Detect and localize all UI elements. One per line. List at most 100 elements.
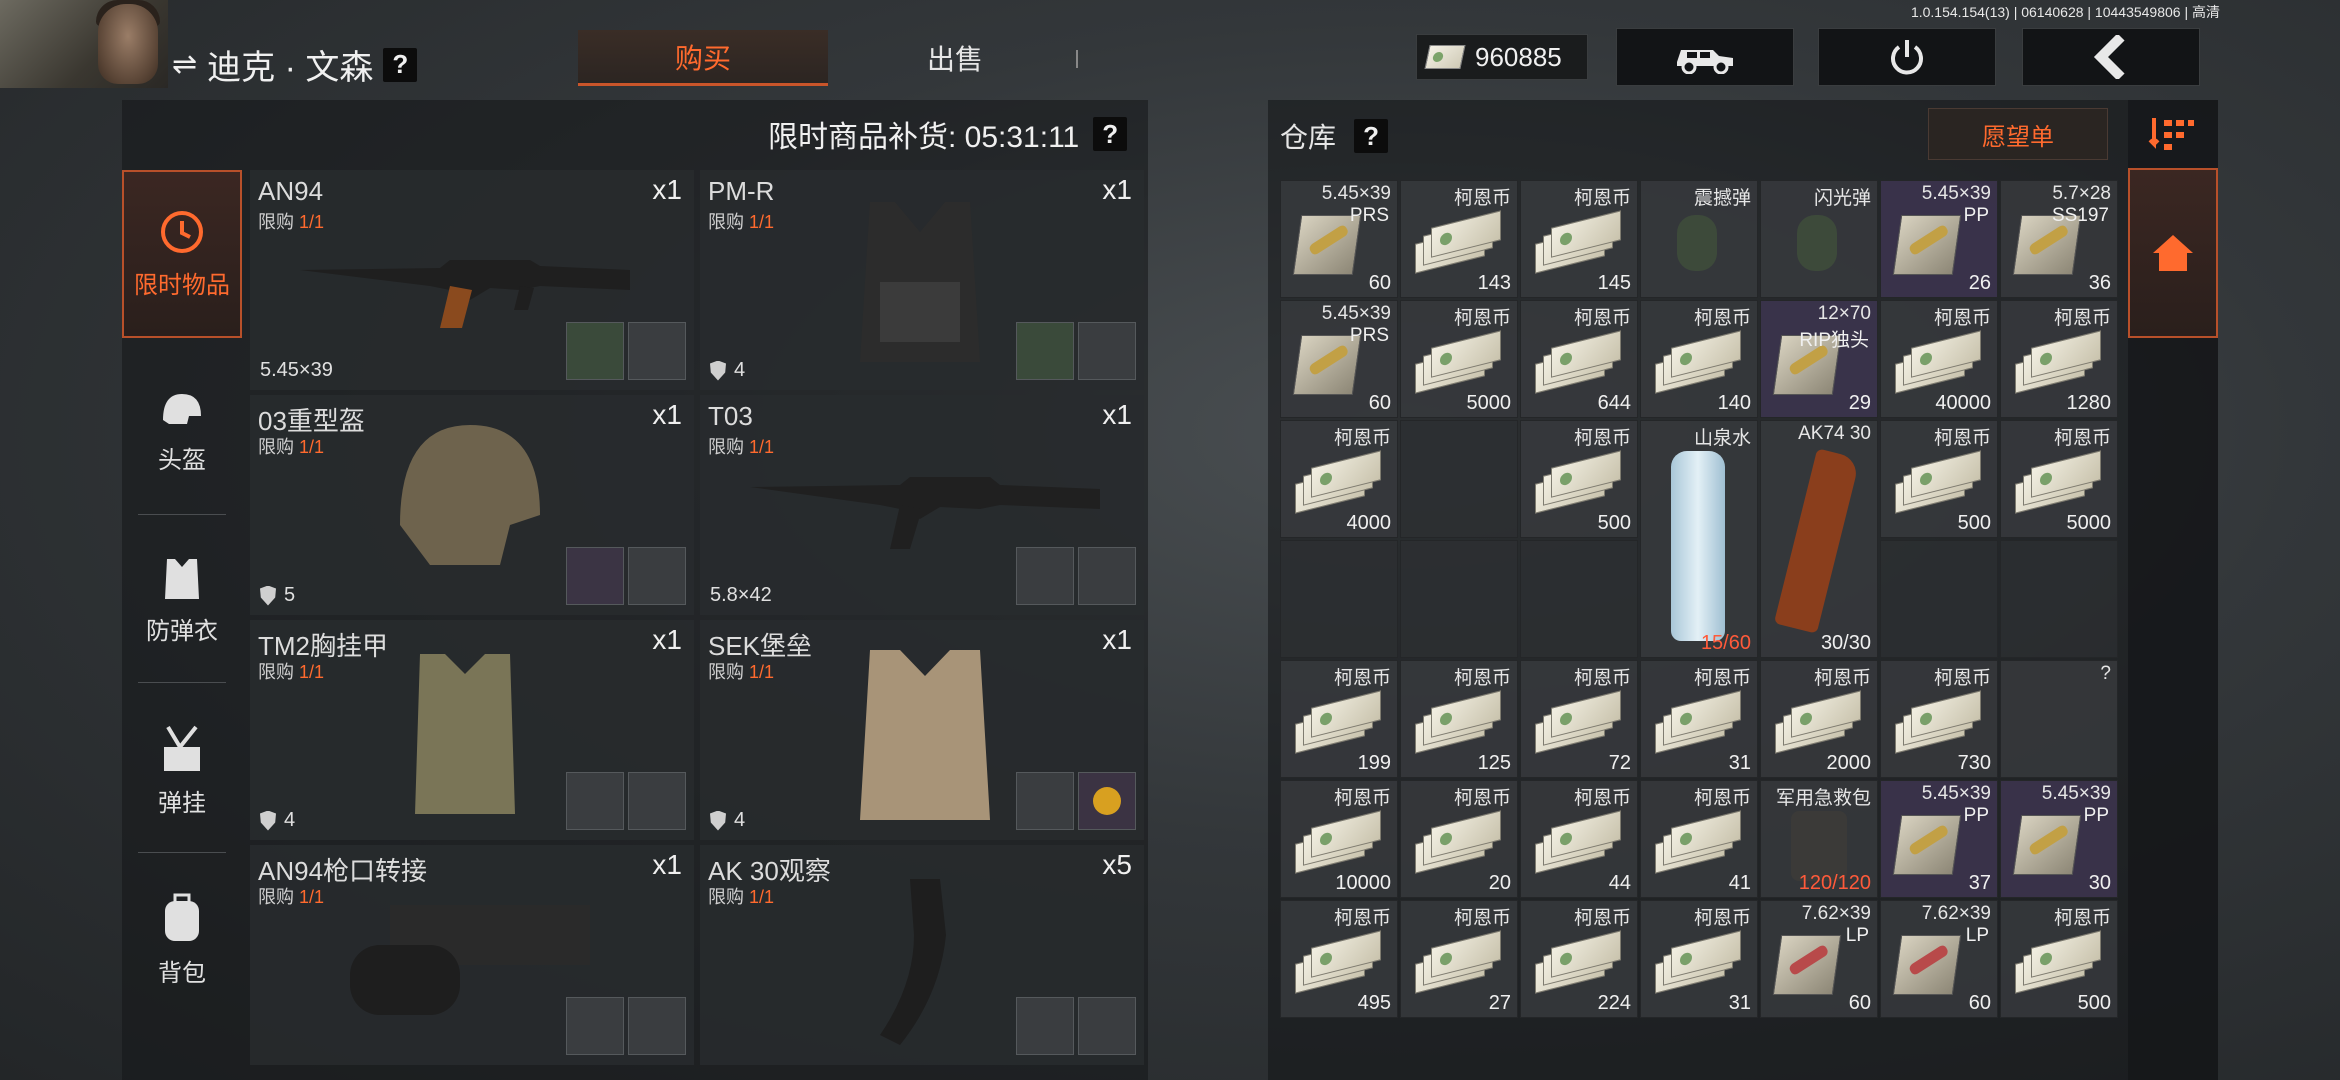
warehouse-item[interactable]: 柯恩币 1280 <box>2000 300 2118 418</box>
warehouse-item[interactable]: 5.45×39 PRS 60 <box>1280 180 1398 298</box>
wishlist-button[interactable]: 愿望单 <box>1928 108 2108 160</box>
empty-slot[interactable] <box>2000 540 2118 658</box>
warehouse-item[interactable]: 5.45×39 PP 30 <box>2000 780 2118 898</box>
restock-help-button[interactable]: ? <box>1093 117 1128 151</box>
warehouse-item[interactable]: AK74 30 30/30 <box>1760 420 1878 658</box>
attachment-slot[interactable] <box>628 772 686 830</box>
warehouse-item[interactable]: 7.62×39 LP 60 <box>1880 900 1998 1018</box>
warehouse-item[interactable]: 5.45×39 PRS 60 <box>1280 300 1398 418</box>
warehouse-item[interactable]: 柯恩币 31 <box>1640 900 1758 1018</box>
attachment-slot[interactable] <box>566 547 624 605</box>
warehouse-item[interactable]: 柯恩币 145 <box>1520 180 1638 298</box>
warehouse-item[interactable]: 7.62×39 LP 60 <box>1760 900 1878 1018</box>
warehouse-item[interactable]: 柯恩币 31 <box>1640 660 1758 778</box>
empty-slot[interactable] <box>1400 420 1518 538</box>
warehouse-item[interactable]: 柯恩币 72 <box>1520 660 1638 778</box>
category-backpack[interactable]: 背包 <box>122 870 242 1010</box>
shop-item-card[interactable]: AN94枪口转接 限购 1/1 x1 <box>250 845 694 1065</box>
swap-icon[interactable]: ⇌ <box>172 47 197 82</box>
warehouse-item[interactable]: 5.7×28 SS197 36 <box>2000 180 2118 298</box>
back-button[interactable] <box>2022 28 2200 86</box>
warehouse-item[interactable]: 柯恩币 199 <box>1280 660 1398 778</box>
attachment-slot[interactable] <box>566 772 624 830</box>
warehouse-item[interactable]: 5.45×39 PP 26 <box>1880 180 1998 298</box>
help-button[interactable]: ? <box>383 47 418 82</box>
warehouse-item[interactable]: 柯恩币 2000 <box>1760 660 1878 778</box>
attachment-slot[interactable] <box>566 997 624 1055</box>
warehouse-item[interactable]: 柯恩币 20 <box>1400 780 1518 898</box>
warehouse-item[interactable]: 柯恩币 125 <box>1400 660 1518 778</box>
tab-buy[interactable]: 购买 <box>578 30 828 86</box>
attachment-slot[interactable] <box>1078 322 1136 380</box>
category-chest-rig[interactable]: 弹挂 <box>122 700 242 840</box>
warehouse-item[interactable]: 柯恩币 140 <box>1640 300 1758 418</box>
warehouse-item[interactable]: 柯恩币 500 <box>2000 900 2118 1018</box>
vest-image <box>860 650 990 820</box>
item-label: 柯恩币 <box>1453 908 1511 929</box>
item-label: 柯恩币 <box>1813 668 1871 689</box>
warehouse-item[interactable]: 12×70 RIP独头 29 <box>1760 300 1878 418</box>
warehouse-item[interactable]: 柯恩币 5000 <box>2000 420 2118 538</box>
armor-level: 4 <box>260 809 295 832</box>
warehouse-item[interactable]: 柯恩币 500 <box>1520 420 1638 538</box>
shop-item-card[interactable]: TM2胸挂甲 限购 1/1 x1 4 <box>250 620 694 840</box>
category-helmet[interactable]: 头盔 <box>122 362 242 502</box>
item-quantity: x1 <box>652 399 682 430</box>
warehouse-item[interactable]: 柯恩币 4000 <box>1280 420 1398 538</box>
shop-item-card[interactable]: AN94 限购 1/1 x1 5.45×39 <box>250 170 694 390</box>
warehouse-item[interactable]: 闪光弹 <box>1760 180 1878 298</box>
empty-slot[interactable] <box>1520 540 1638 658</box>
attachment-slot[interactable] <box>1016 997 1074 1055</box>
player-avatar[interactable] <box>0 0 168 88</box>
warehouse-item[interactable]: ? <box>2000 660 2118 778</box>
attachment-slot[interactable] <box>566 322 624 380</box>
warehouse-item[interactable]: 柯恩币 224 <box>1520 900 1638 1018</box>
power-button[interactable] <box>1818 28 1996 86</box>
sort-button[interactable] <box>2148 114 2196 154</box>
warehouse-item[interactable]: 柯恩币 730 <box>1880 660 1998 778</box>
vehicle-button[interactable] <box>1616 28 1794 86</box>
ammo-box-icon <box>1892 215 1962 275</box>
attachment-slot[interactable] <box>1078 547 1136 605</box>
warehouse-item[interactable]: 柯恩币 27 <box>1400 900 1518 1018</box>
warehouse-item[interactable]: 柯恩币 40000 <box>1880 300 1998 418</box>
shop-item-card[interactable]: T03 限购 1/1 x1 5.8×42 <box>700 395 1144 615</box>
empty-slot[interactable] <box>1280 540 1398 658</box>
warehouse-help-button[interactable]: ? <box>1354 119 1389 153</box>
attachment-slot[interactable] <box>628 322 686 380</box>
shop-item-card[interactable]: SEK堡垒 限购 1/1 x1 4 <box>700 620 1144 840</box>
attachment-slot[interactable] <box>1016 322 1074 380</box>
item-label: 柯恩币 <box>1693 788 1751 809</box>
empty-slot[interactable] <box>1400 540 1518 658</box>
empty-slot[interactable] <box>1880 540 1998 658</box>
back-arrow-icon <box>2093 35 2125 79</box>
category-vest[interactable]: 防弹衣 <box>122 530 242 670</box>
warehouse-item[interactable]: 柯恩币 44 <box>1520 780 1638 898</box>
item-count: 5000 <box>2066 512 2112 534</box>
attachment-slot[interactable] <box>1016 772 1074 830</box>
attachment-slot[interactable] <box>628 547 686 605</box>
warehouse-item[interactable]: 柯恩币 41 <box>1640 780 1758 898</box>
category-limited[interactable]: 限时物品 <box>122 170 242 338</box>
warehouse-item[interactable]: 震撼弹 <box>1640 180 1758 298</box>
player-name-area[interactable]: ⇌ 迪克 · 文森 ? <box>172 40 418 89</box>
warehouse-item[interactable]: 柯恩币 500 <box>1880 420 1998 538</box>
tab-sell[interactable]: 出售 <box>850 30 1060 86</box>
warehouse-item[interactable]: 柯恩币 10000 <box>1280 780 1398 898</box>
warehouse-item[interactable]: 山泉水 15/60 <box>1640 420 1758 658</box>
item-label: 5.45×39 <box>2041 783 2111 804</box>
shop-item-card[interactable]: PM-R 限购 1/1 x1 4 <box>700 170 1144 390</box>
warehouse-item[interactable]: 柯恩币 143 <box>1400 180 1518 298</box>
attachment-slot[interactable] <box>1078 997 1136 1055</box>
attachment-slot[interactable] <box>1078 772 1136 830</box>
warehouse-item[interactable]: 柯恩币 644 <box>1520 300 1638 418</box>
warehouse-item[interactable]: 军用急救包 120/120 <box>1760 780 1878 898</box>
shop-item-card[interactable]: 03重型盔 限购 1/1 x1 5 <box>250 395 694 615</box>
warehouse-item[interactable]: 柯恩币 495 <box>1280 900 1398 1018</box>
shop-item-card[interactable]: AK 30观察 限购 1/1 x5 <box>700 845 1144 1065</box>
warehouse-item[interactable]: 柯恩币 5000 <box>1400 300 1518 418</box>
attachment-slot[interactable] <box>628 997 686 1055</box>
home-tab[interactable] <box>2128 168 2218 338</box>
attachment-slot[interactable] <box>1016 547 1074 605</box>
warehouse-item[interactable]: 5.45×39 PP 37 <box>1880 780 1998 898</box>
